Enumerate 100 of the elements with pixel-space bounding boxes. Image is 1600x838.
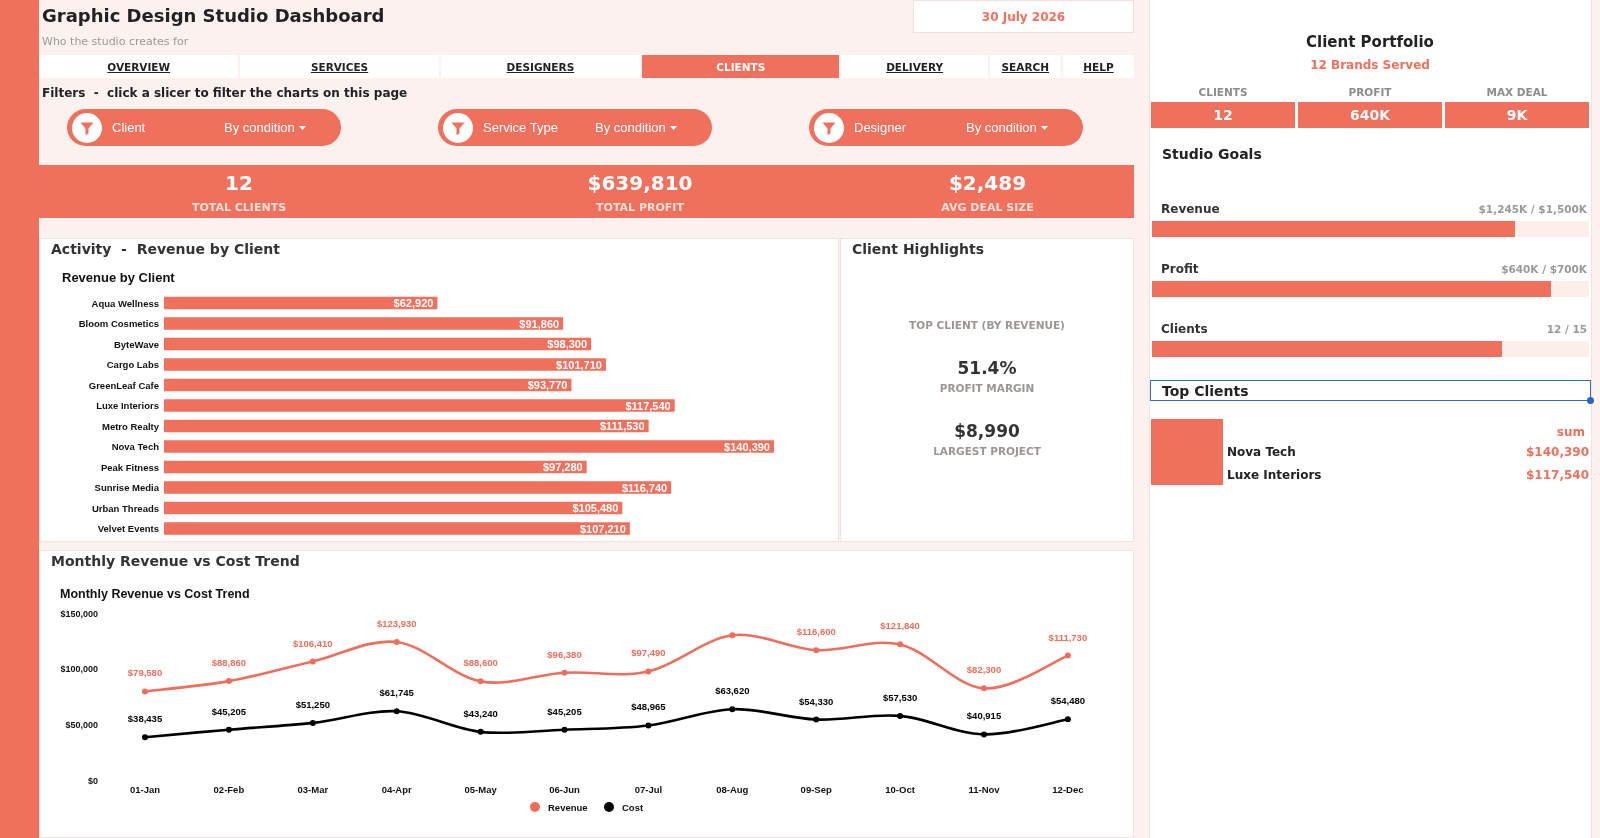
nav-tab[interactable]: DESIGNERS [440, 55, 641, 78]
goal-reading: $1,245K / $1,500K [1478, 202, 1587, 217]
data-point [142, 688, 148, 695]
data-point [897, 641, 904, 648]
axis-label: 10-Oct [885, 784, 915, 795]
stat-label: CLIENTS [1198, 85, 1248, 99]
kpi-value: 12 [225, 171, 253, 195]
axis-label: $50,000 [65, 719, 98, 730]
value-label: $116,740 [621, 481, 668, 494]
stat-value: 9K [1445, 102, 1589, 128]
data-label: $96,380 [547, 648, 582, 660]
goal-label: Clients [1161, 321, 1208, 337]
category-label: Cargo Labs [106, 359, 159, 370]
category-label: Velvet Events [97, 523, 159, 534]
category-label: Peak Fitness [100, 461, 159, 473]
slicer-label: Service Type [483, 120, 559, 135]
filter-icon [72, 112, 102, 143]
dashboard-title: Graphic Design Studio Dashboard [42, 5, 385, 27]
client-value: $140,390 [1526, 444, 1589, 461]
value-label: $101,710 [556, 358, 602, 371]
data-point [477, 728, 484, 735]
nav-tab[interactable]: HELP [1062, 55, 1134, 78]
filter-icon [814, 112, 844, 143]
goal-reading: $640K / $700K [1501, 262, 1587, 277]
data-point [981, 685, 987, 692]
data-label: $88,860 [211, 657, 247, 669]
portfolio-subtitle: 12 Brands Served [1310, 57, 1430, 73]
category-label: Aqua Wellness [91, 297, 159, 309]
category-label: GreenLeaf Cafe [88, 379, 159, 391]
date-display: 30 July 2026 [913, 0, 1134, 33]
data-point [897, 712, 904, 719]
kpi-value: $639,810 [587, 171, 693, 195]
panel-title: Monthly Revenue vs Cost Trend [51, 552, 300, 570]
kpi-label: AVG DEAL SIZE [941, 201, 1034, 215]
slicer-label: Client [112, 120, 147, 135]
axis-label: 03-Mar [297, 784, 329, 795]
axis-label: $150,000 [60, 608, 98, 619]
axis-label: 02-Feb [213, 784, 245, 795]
selection-handle-icon[interactable] [1587, 397, 1594, 404]
stat-label: PROFIT [1348, 85, 1392, 99]
data-point [645, 722, 652, 729]
metric-value: $8,990 [954, 420, 1020, 442]
axis-label: 12-Dec [1052, 784, 1084, 795]
axis-label: 06-Jun [549, 784, 580, 795]
category-label: Sunrise Media [94, 482, 159, 493]
metric-value: 51.4% [957, 357, 1017, 379]
value-label: $140,390 [724, 440, 770, 453]
value-label: $111,530 [599, 420, 645, 432]
data-label: $54,330 [799, 695, 834, 707]
nav-tab[interactable]: SERVICES [240, 55, 439, 78]
data-label: $48,965 [631, 701, 666, 713]
accent-tile [1151, 419, 1223, 485]
data-point [393, 708, 400, 715]
data-point [561, 669, 568, 676]
legend-label: Revenue [548, 801, 588, 813]
portfolio-title: Client Portfolio [1306, 33, 1434, 51]
value-label: $105,480 [572, 502, 619, 514]
data-label: $79,580 [127, 667, 163, 679]
data-point [1064, 652, 1071, 659]
caret-icon [298, 125, 306, 130]
nav-tab[interactable]: DELIVERY [841, 55, 988, 78]
value-label: $93,770 [527, 379, 568, 391]
category-label: ByteWave [113, 338, 159, 350]
axis-label: $100,000 [60, 664, 98, 675]
data-label: $97,490 [631, 647, 666, 659]
nav-tab[interactable]: OVERVIEW [39, 55, 239, 78]
data-label: $106,410 [293, 637, 333, 649]
caret-icon [669, 125, 677, 130]
data-point [393, 639, 400, 645]
column-header: sum [1556, 424, 1585, 441]
filters-hint: Filters - click a slicer to filter the charts on this page [41, 85, 408, 101]
data-label: $45,205 [547, 705, 582, 717]
dashboard-subtitle: Who the studio creates for [42, 35, 189, 49]
metric-label: LARGEST PROJECT [933, 444, 1041, 458]
legend-label: Cost [622, 801, 644, 813]
data-label: $123,930 [376, 618, 417, 629]
axis-label: 08-Aug [716, 784, 749, 795]
highlight-caption: TOP CLIENT (BY REVENUE) [909, 318, 1065, 332]
client-name: Luxe Interiors [1227, 467, 1322, 484]
category-label: Urban Threads [91, 502, 159, 514]
data-point [729, 706, 736, 713]
axis-label: 07-Jul [634, 784, 663, 795]
axis-label: 11-Nov [968, 784, 1000, 795]
data-label: $82,300 [966, 664, 1002, 676]
data-label: $121,840 [880, 620, 920, 632]
data-label: $38,435 [127, 713, 163, 725]
data-point [1064, 716, 1071, 723]
data-label: $116,600 [796, 626, 836, 638]
data-label: $45,205 [211, 705, 247, 717]
axis-label: 05-May [464, 784, 497, 795]
nav-tab[interactable]: SEARCH [989, 55, 1061, 78]
section-header[interactable]: Top Clients [1150, 380, 1591, 401]
category-label: Luxe Interiors [96, 400, 159, 411]
metric-label: PROFIT MARGIN [939, 381, 1035, 395]
chart-title: Revenue by Client [62, 270, 175, 285]
value-label: $62,920 [393, 297, 434, 309]
data-label: $88,600 [463, 657, 498, 669]
panel-title: Activity - Revenue by Client [51, 240, 280, 258]
stat-value: 640K [1298, 102, 1442, 128]
data-point [729, 632, 736, 639]
